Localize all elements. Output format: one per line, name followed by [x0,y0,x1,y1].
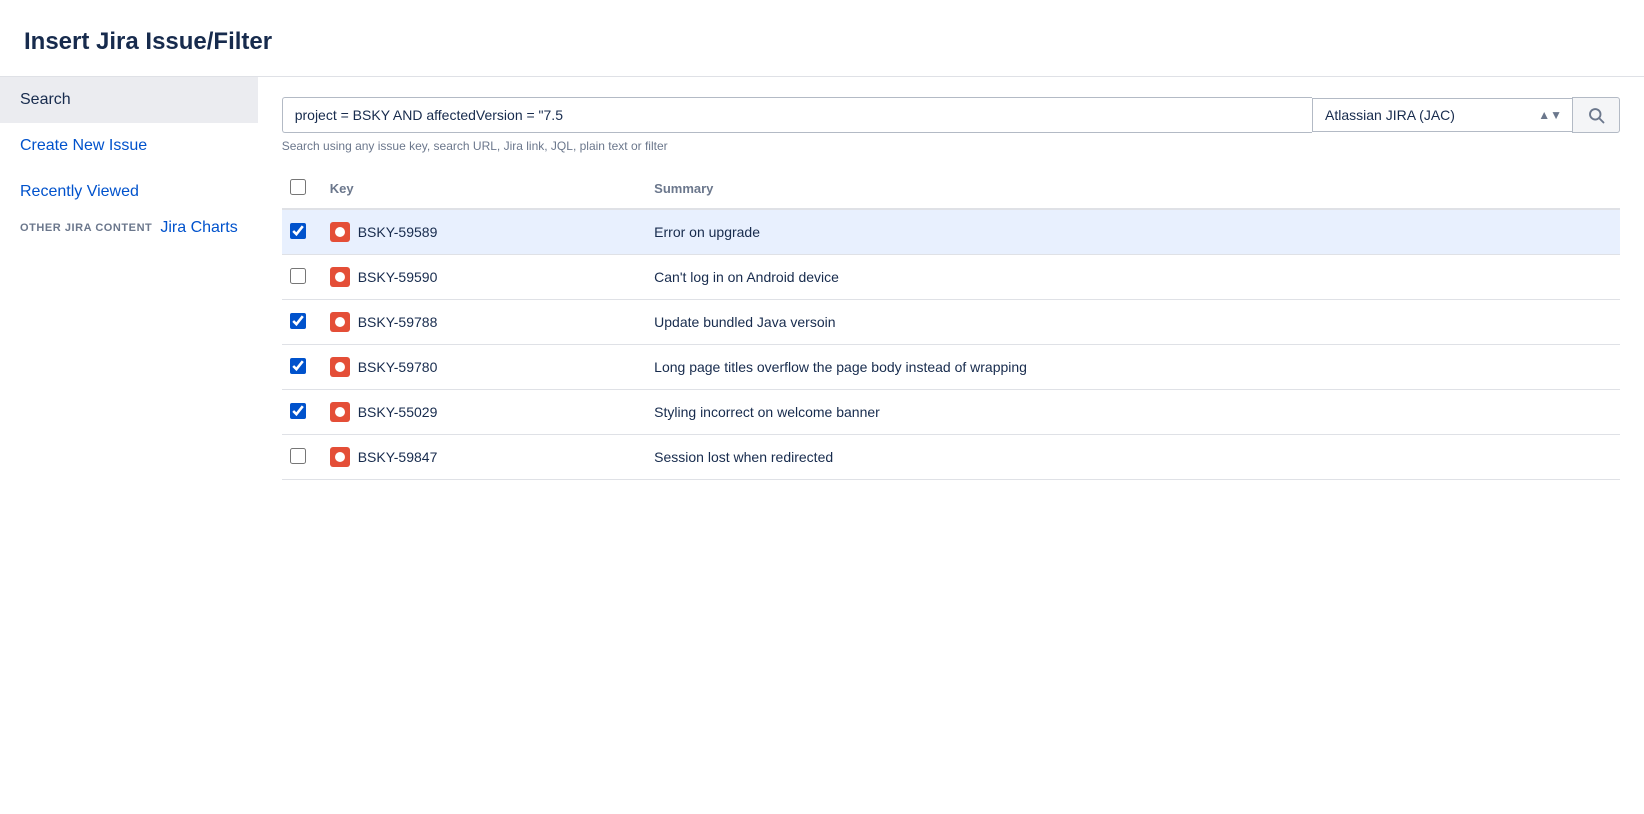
row-checkbox[interactable] [290,358,306,374]
table-row: BSKY-59589 Error on upgrade [282,209,1620,255]
table-row: BSKY-59847 Session lost when redirected [282,435,1620,480]
sidebar-item-recently-viewed[interactable]: Recently Viewed [0,169,258,215]
row-checkbox[interactable] [290,403,306,419]
row-checkbox[interactable] [290,448,306,464]
select-all-checkbox[interactable] [290,179,306,195]
row-summary-cell: Error on upgrade [642,209,1620,255]
row-checkbox-cell [282,209,318,255]
issue-type-icon [330,357,350,377]
row-summary-cell: Session lost when redirected [642,435,1620,480]
sidebar-other-jira-content-label: OTHER JIRA CONTENT [20,219,152,239]
issue-summary: Update bundled Java versoin [654,314,835,330]
sidebar-item-create-new-issue[interactable]: Create New Issue [0,123,258,169]
row-key-cell: BSKY-55029 [318,390,642,435]
col-header-checkbox [282,169,318,209]
row-key-cell: BSKY-59589 [318,209,642,255]
issue-key: BSKY-59788 [358,314,438,330]
row-summary-cell: Update bundled Java versoin [642,300,1620,345]
row-key-cell: BSKY-59788 [318,300,642,345]
row-summary-cell: Styling incorrect on welcome banner [642,390,1620,435]
issue-key: BSKY-59780 [358,359,438,375]
row-summary-cell: Can't log in on Android device [642,255,1620,300]
search-hint: Search using any issue key, search URL, … [282,139,1620,153]
sidebar: Search Create New Issue Recently Viewed … [0,77,258,801]
row-summary-cell: Long page titles overflow the page body … [642,345,1620,390]
row-key-cell: BSKY-59780 [318,345,642,390]
row-key-cell: BSKY-59590 [318,255,642,300]
row-checkbox-cell [282,345,318,390]
sidebar-item-search[interactable]: Search [0,77,258,123]
search-icon [1587,106,1605,124]
search-bar-row: Atlassian JIRA (JAC) ▲▼ [282,97,1620,133]
issue-type-icon [330,312,350,332]
table-row: BSKY-59780 Long page titles overflow the… [282,345,1620,390]
issue-summary: Error on upgrade [654,224,760,240]
issues-table: Key Summary BSKY-59589 Error on upgrade … [282,169,1620,480]
issue-type-icon [330,267,350,287]
content-area: Atlassian JIRA (JAC) ▲▼ Search using any… [258,77,1644,801]
col-header-key: Key [318,169,642,209]
issue-summary: Session lost when redirected [654,449,833,465]
row-checkbox-cell [282,300,318,345]
issue-summary: Can't log in on Android device [654,269,839,285]
issue-type-icon [330,447,350,467]
row-checkbox-cell [282,390,318,435]
server-select-wrapper: Atlassian JIRA (JAC) ▲▼ [1312,97,1572,133]
search-button[interactable] [1572,97,1620,133]
issue-type-icon [330,222,350,242]
issue-key: BSKY-59590 [358,269,438,285]
page-title: Insert Jira Issue/Filter [0,0,1644,77]
table-row: BSKY-55029 Styling incorrect on welcome … [282,390,1620,435]
server-select[interactable]: Atlassian JIRA (JAC) [1312,98,1572,132]
row-checkbox[interactable] [290,268,306,284]
table-row: BSKY-59788 Update bundled Java versoin [282,300,1620,345]
issue-summary: Long page titles overflow the page body … [654,359,1027,375]
sidebar-jira-charts-link[interactable]: Jira Charts [160,219,237,237]
row-checkbox[interactable] [290,223,306,239]
issue-key: BSKY-59847 [358,449,438,465]
issue-key: BSKY-59589 [358,224,438,240]
row-checkbox-cell [282,435,318,480]
row-key-cell: BSKY-59847 [318,435,642,480]
issue-type-icon [330,402,350,422]
issue-key: BSKY-55029 [358,404,438,420]
col-header-summary: Summary [642,169,1620,209]
search-input[interactable] [282,97,1312,133]
issue-summary: Styling incorrect on welcome banner [654,404,880,420]
row-checkbox[interactable] [290,313,306,329]
table-row: BSKY-59590 Can't log in on Android devic… [282,255,1620,300]
row-checkbox-cell [282,255,318,300]
